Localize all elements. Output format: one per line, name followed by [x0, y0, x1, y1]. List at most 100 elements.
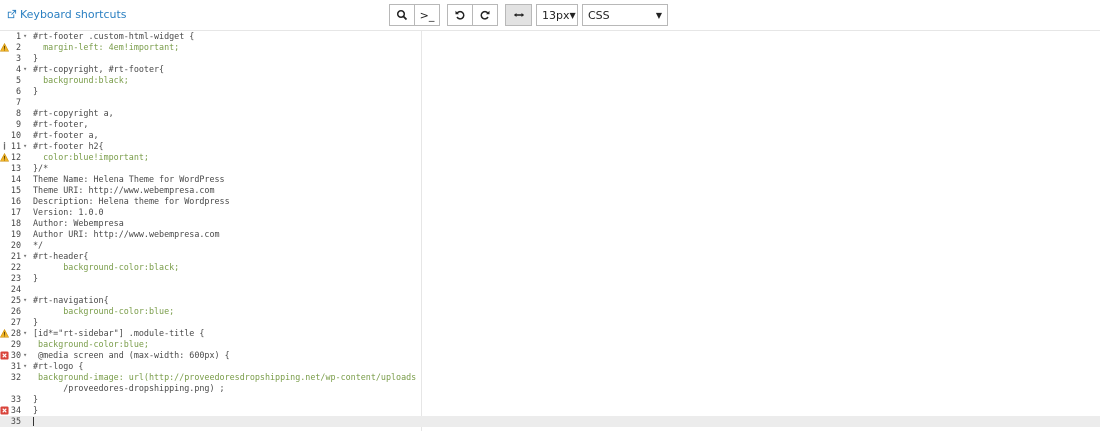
code-text: #rt-logo { [33, 361, 84, 371]
code-line[interactable]: 16 Description: Helena theme for Wordpres… [0, 196, 1100, 207]
code-line[interactable]: 26 background-color:blue; [0, 306, 1100, 317]
line-number: 15 [10, 185, 21, 195]
line-number: 12 [10, 152, 21, 162]
toggle-console-button[interactable]: >_ [414, 4, 440, 26]
code-editor[interactable]: 1 ▾ #rt-footer .custom-html-widget {2 marg… [0, 30, 1100, 431]
code-line[interactable]: 10 #rt-footer a, [0, 130, 1100, 141]
line-number: 23 [10, 273, 21, 283]
fold-toggle-icon[interactable]: ▾ [23, 295, 27, 306]
line-number: 35 [10, 416, 21, 426]
fold-toggle-icon[interactable]: ▾ [23, 361, 27, 372]
code-line[interactable]: 21 ▾ #rt-header{ [0, 251, 1100, 262]
code-line[interactable]: 31 ▾ #rt-logo { [0, 361, 1100, 372]
wrap-toggle-button[interactable] [505, 4, 532, 26]
line-number: 14 [10, 174, 21, 184]
line-number: 10 [10, 130, 21, 140]
code-text: @media screen and (max-width: 600px) { [33, 350, 230, 360]
code-line[interactable]: 18 Author: Webempresa [0, 218, 1100, 229]
code-text: margin-left: 4em!important; [33, 42, 180, 52]
code-line[interactable]: 28 ▾ [id*="rt-sidebar"] .module-title { [0, 328, 1100, 339]
line-number: 20 [10, 240, 21, 250]
line-number: 27 [10, 317, 21, 327]
code-line[interactable]: 11 ▾ #rt-footer h2{ [0, 141, 1100, 152]
code-line[interactable]: 5 background:black; [0, 75, 1100, 86]
horizontal-arrows-icon [513, 13, 524, 17]
code-line[interactable]: 27} [0, 317, 1100, 328]
fold-toggle-icon[interactable]: ▾ [23, 350, 27, 361]
line-number: 33 [10, 394, 21, 404]
text-cursor [33, 417, 34, 426]
code-line[interactable]: 35 [0, 416, 1100, 427]
code-line[interactable]: /proveedores-dropshipping.png) ; [0, 383, 1100, 394]
code-line[interactable]: 32 background-image: url(http://proveedo… [0, 372, 1100, 383]
line-number: 4 [15, 64, 21, 74]
code-text: } [33, 317, 39, 327]
code-line[interactable]: 7 [0, 97, 1100, 108]
code-text: /proveedores-dropshipping.png) ; [33, 383, 225, 393]
mode-select[interactable]: CSS ▼ [582, 4, 668, 26]
code-line[interactable]: 23} [0, 273, 1100, 284]
line-number: 29 [10, 339, 21, 349]
code-line[interactable]: 13}/* [0, 163, 1100, 174]
top-bar: Keyboard shortcuts >_ 13px ▼ CSS ▼ [0, 0, 1100, 30]
line-number: 9 [15, 119, 21, 129]
code-text: #rt-copyright, #rt-footer{ [33, 64, 165, 74]
code-line[interactable]: 14 Theme Name: Helena Theme for WordPress [0, 174, 1100, 185]
code-line[interactable]: 15 Theme URI: http://www.webempresa.com [0, 185, 1100, 196]
code-line[interactable]: 33} [0, 394, 1100, 405]
code-text: background:black; [33, 75, 129, 85]
code-text: background-image: url(http://proveedores… [33, 372, 417, 382]
code-text: Theme URI: http://www.webempresa.com [33, 185, 215, 195]
code-text: #rt-footer .custom-html-widget { [33, 31, 195, 41]
code-line[interactable]: 8 #rt-copyright a, [0, 108, 1100, 119]
redo-button[interactable] [472, 4, 498, 26]
editor-toolbar: >_ 13px ▼ CSS ▼ [389, 4, 668, 26]
line-number: 31 [10, 361, 21, 371]
line-number: 30 [10, 350, 21, 360]
code-line[interactable]: 17 Version: 1.0.0 [0, 207, 1100, 218]
terminal-icon: >_ [419, 8, 435, 22]
code-line[interactable]: 22 background-color:black; [0, 262, 1100, 273]
code-line[interactable]: 9 #rt-footer, [0, 119, 1100, 130]
font-size-select[interactable]: 13px ▼ [536, 4, 578, 26]
code-line[interactable]: 34} [0, 405, 1100, 416]
code-text: #rt-header{ [33, 251, 89, 261]
code-line[interactable]: 3} [0, 53, 1100, 64]
code-line[interactable]: 20 */ [0, 240, 1100, 251]
code-line[interactable]: 4 ▾ #rt-copyright, #rt-footer{ [0, 64, 1100, 75]
code-line[interactable]: 6} [0, 86, 1100, 97]
line-number: 28 [10, 328, 21, 338]
code-text: Author URI: http://www.webempresa.com [33, 229, 220, 239]
fold-toggle-icon[interactable]: ▾ [23, 64, 27, 75]
code-line[interactable]: 12 color:blue!important; [0, 152, 1100, 163]
code-text: */ [33, 240, 44, 250]
undo-icon [455, 10, 465, 20]
line-number: 5 [15, 75, 21, 85]
code-line[interactable]: 1 ▾ #rt-footer .custom-html-widget { [0, 31, 1100, 42]
code-line[interactable]: 24 [0, 284, 1100, 295]
code-text: Version: 1.0.0 [33, 207, 104, 217]
code-line[interactable]: 19 Author URI: http://www.webempresa.com [0, 229, 1100, 240]
code-text: } [33, 394, 39, 404]
code-line[interactable]: 2 margin-left: 4em!important; [0, 42, 1100, 53]
code-line[interactable]: 25 ▾ #rt-navigation{ [0, 295, 1100, 306]
search-button[interactable] [389, 4, 415, 26]
fold-toggle-icon[interactable]: ▾ [23, 251, 27, 262]
undo-button[interactable] [447, 4, 473, 26]
line-number: 22 [10, 262, 21, 272]
code-text: } [33, 53, 39, 63]
code-text: Description: Helena theme for Wordpress [33, 196, 230, 206]
code-text: background-color:black; [33, 262, 180, 272]
fold-toggle-icon[interactable]: ▾ [23, 328, 27, 339]
keyboard-shortcuts-link[interactable]: Keyboard shortcuts [6, 8, 127, 21]
line-number: 13 [10, 163, 21, 173]
fold-toggle-icon[interactable]: ▾ [23, 31, 27, 42]
chevron-down-icon: ▼ [655, 10, 662, 20]
code-text: #rt-footer h2{ [33, 141, 104, 151]
fold-toggle-icon[interactable]: ▾ [23, 141, 27, 152]
code-text: #rt-footer a, [33, 130, 99, 140]
line-number: 18 [10, 218, 21, 228]
external-link-icon [7, 9, 17, 19]
code-line[interactable]: 29 background-color:blue; [0, 339, 1100, 350]
code-line[interactable]: 30 ▾ @media screen and (max-width: 600px)… [0, 350, 1100, 361]
